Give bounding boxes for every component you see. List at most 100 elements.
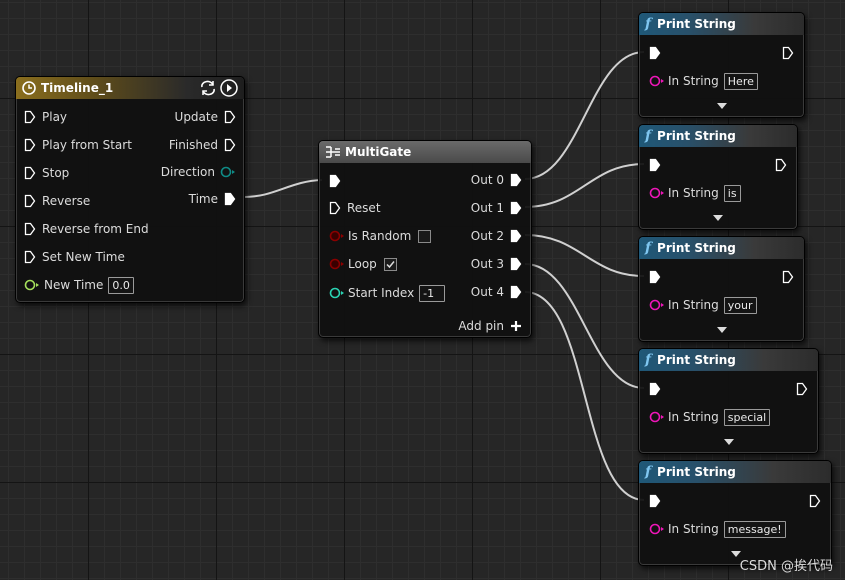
pin-exec-out[interactable] [796,379,808,399]
new-time-input[interactable]: 0.0 [108,276,134,294]
exec-pin-icon[interactable] [782,270,794,284]
add-pin-button[interactable]: Add pin [458,316,522,336]
autoplay-icon[interactable] [220,79,238,97]
pin-play[interactable]: Play [24,107,67,127]
bool-pin-icon[interactable] [329,257,345,271]
pin-out-2[interactable]: Out 2 [471,226,522,246]
pin-reset[interactable]: Reset [329,198,381,218]
pin-play-from-start[interactable]: Play from Start [24,135,132,155]
pin-exec-out[interactable] [782,267,794,287]
pin-exec-in[interactable] [649,267,661,287]
pin-in-string[interactable]: In String message! [649,519,786,539]
exec-pin-icon[interactable] [24,110,36,124]
pin-out-0[interactable]: Out 0 [471,170,522,190]
timeline-header[interactable]: Timeline_1 [16,77,244,99]
string-pin-icon[interactable] [649,410,665,424]
exec-pin-icon[interactable] [510,285,522,299]
pin-out-4[interactable]: Out 4 [471,282,522,302]
in-string-input[interactable]: is [723,184,741,202]
start-index-input[interactable]: -1 [419,284,446,302]
pin-exec-in[interactable] [649,43,661,63]
print-string-header[interactable]: f Print String [639,461,831,483]
pin-exec-out[interactable] [782,43,794,63]
multigate-node[interactable]: MultiGate Reset Is Random Loop Start Ind… [318,140,532,338]
pin-exec-in[interactable] [649,155,661,175]
exec-pin-icon[interactable] [24,166,36,180]
print-string-header[interactable]: f Print String [639,349,818,371]
timeline-node[interactable]: Timeline_1 Play Play from Start Stop Rev… [15,76,245,303]
expand-arrow-icon[interactable] [712,214,724,222]
loop-checkbox[interactable] [383,257,397,271]
expand-arrow-icon[interactable] [716,326,728,334]
pin-out-3[interactable]: Out 3 [471,254,522,274]
print-string-node-2[interactable]: f Print String In String is [638,124,798,230]
exec-pin-icon[interactable] [510,173,522,187]
exec-pin-icon[interactable] [329,201,341,215]
pin-exec-out[interactable] [775,155,787,175]
print-string-header[interactable]: f Print String [639,125,797,147]
print-string-header[interactable]: f Print String [639,13,804,35]
in-string-input[interactable]: Here [723,72,758,90]
in-string-input[interactable]: your [723,296,757,314]
float-pin-icon[interactable] [24,278,40,292]
exec-pin-icon[interactable] [24,250,36,264]
pin-is-random[interactable]: Is Random [329,226,432,246]
exec-pin-icon[interactable] [796,382,808,396]
pin-stop[interactable]: Stop [24,163,69,183]
pin-update[interactable]: Update [175,107,236,127]
expand-arrow-icon[interactable] [723,438,735,446]
exec-pin-icon[interactable] [224,192,236,206]
pin-reverse[interactable]: Reverse [24,191,90,211]
in-string-input[interactable]: special [723,408,771,426]
loop-icon[interactable] [199,80,217,96]
print-string-node-5[interactable]: f Print String In String message! [638,460,832,566]
exec-pin-icon[interactable] [224,138,236,152]
exec-pin-icon[interactable] [649,158,661,172]
pin-loop[interactable]: Loop [329,254,397,274]
pin-in-string[interactable]: In String special [649,407,771,427]
pin-in-string[interactable]: In String is [649,183,741,203]
exec-pin-icon[interactable] [510,229,522,243]
pin-exec-out[interactable] [809,491,821,511]
exec-pin-icon[interactable] [224,110,236,124]
exec-pin-icon[interactable] [775,158,787,172]
exec-pin-icon[interactable] [24,138,36,152]
print-string-node-1[interactable]: f Print String In String Here [638,12,805,118]
exec-pin-icon[interactable] [782,46,794,60]
exec-pin-icon[interactable] [649,494,661,508]
exec-pin-icon[interactable] [809,494,821,508]
multigate-header[interactable]: MultiGate [319,141,531,163]
print-string-node-3[interactable]: f Print String In String your [638,236,805,342]
pin-new-time[interactable]: New Time 0.0 [24,275,134,295]
string-pin-icon[interactable] [649,522,665,536]
exec-pin-icon[interactable] [649,270,661,284]
exec-pin-icon[interactable] [510,257,522,271]
pin-exec-in[interactable] [329,171,341,191]
pin-in-string[interactable]: In String Here [649,71,758,91]
string-pin-icon[interactable] [649,186,665,200]
pin-time[interactable]: Time [189,189,236,209]
string-pin-icon[interactable] [649,298,665,312]
exec-pin-icon[interactable] [24,222,36,236]
string-pin-icon[interactable] [649,74,665,88]
pin-finished[interactable]: Finished [169,135,236,155]
pin-exec-in[interactable] [649,491,661,511]
pin-exec-in[interactable] [649,379,661,399]
expand-arrow-icon[interactable] [716,102,728,110]
bool-pin-icon[interactable] [329,229,345,243]
is-random-checkbox[interactable] [418,229,432,243]
exec-pin-icon[interactable] [649,46,661,60]
exec-pin-icon[interactable] [24,194,36,208]
exec-pin-icon[interactable] [329,174,341,188]
print-string-node-4[interactable]: f Print String In String special [638,348,819,454]
pin-set-new-time[interactable]: Set New Time [24,247,125,267]
in-string-input[interactable]: message! [723,520,786,538]
pin-in-string[interactable]: In String your [649,295,757,315]
pin-start-index[interactable]: Start Index -1 [329,283,446,303]
int-pin-icon[interactable] [329,286,345,300]
pin-out-1[interactable]: Out 1 [471,198,522,218]
exec-pin-icon[interactable] [649,382,661,396]
enum-pin-icon[interactable] [220,165,236,179]
exec-pin-icon[interactable] [510,201,522,215]
print-string-header[interactable]: f Print String [639,237,804,259]
